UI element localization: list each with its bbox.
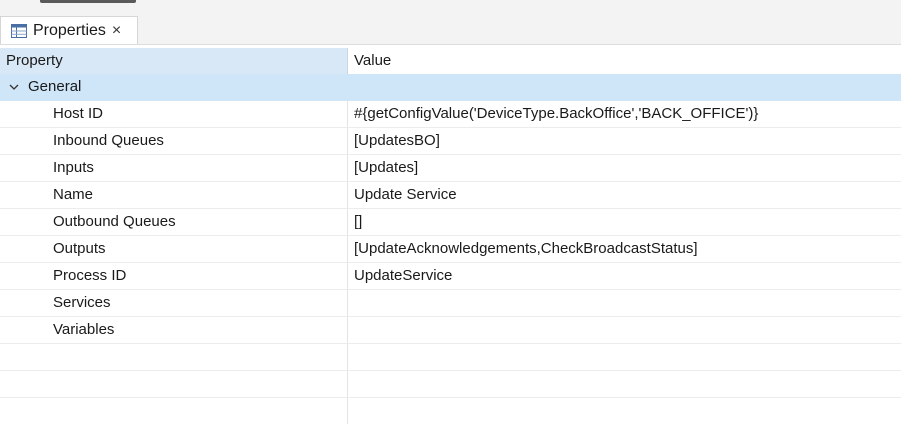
column-header-value[interactable]: Value xyxy=(348,48,901,74)
group-cell: General xyxy=(0,74,348,100)
table-row[interactable]: Outbound Queues [] xyxy=(0,209,901,236)
property-name: Outbound Queues xyxy=(0,209,348,235)
empty-cell xyxy=(0,371,348,397)
property-name: Inbound Queues xyxy=(0,128,348,154)
chevron-down-icon[interactable] xyxy=(8,81,20,93)
properties-view: Properties × Property Value General Host… xyxy=(0,0,901,424)
property-value[interactable] xyxy=(348,290,901,316)
close-icon[interactable]: × xyxy=(112,22,121,39)
property-name: Outputs xyxy=(0,236,348,262)
empty-cell xyxy=(348,344,901,370)
property-name: Inputs xyxy=(0,155,348,181)
empty-row xyxy=(0,344,901,371)
top-toolbar-strip xyxy=(0,0,901,14)
column-header-property[interactable]: Property xyxy=(0,48,348,74)
table-row[interactable]: Host ID #{getConfigValue('DeviceType.Bac… xyxy=(0,101,901,128)
property-name: Host ID xyxy=(0,101,348,127)
property-value[interactable]: [] xyxy=(348,209,901,235)
tab-properties[interactable]: Properties × xyxy=(0,16,138,44)
property-value[interactable]: [UpdatesBO] xyxy=(348,128,901,154)
property-name: Name xyxy=(0,182,348,208)
table-header: Property Value xyxy=(0,48,901,74)
table-row[interactable]: Services xyxy=(0,290,901,317)
table-row[interactable]: Name Update Service xyxy=(0,182,901,209)
property-name: Services xyxy=(0,290,348,316)
properties-table: Property Value General Host ID #{getConf… xyxy=(0,48,901,424)
property-value[interactable]: Update Service xyxy=(348,182,901,208)
table-row[interactable]: Process ID UpdateService xyxy=(0,263,901,290)
empty-cell xyxy=(0,344,348,370)
empty-row xyxy=(0,398,901,424)
property-name: Process ID xyxy=(0,263,348,289)
tab-properties-label: Properties xyxy=(33,21,106,39)
active-editor-tab-edge xyxy=(40,0,136,3)
property-value[interactable]: #{getConfigValue('DeviceType.BackOffice'… xyxy=(348,101,901,127)
group-value-cell xyxy=(348,74,901,100)
property-value[interactable] xyxy=(348,317,901,343)
table-row[interactable]: Variables xyxy=(0,317,901,344)
property-value[interactable]: UpdateService xyxy=(348,263,901,289)
group-label: General xyxy=(28,78,82,95)
table-row[interactable]: Inputs [Updates] xyxy=(0,155,901,182)
view-tab-bar: Properties × xyxy=(0,14,901,45)
group-row-general[interactable]: General xyxy=(0,74,901,101)
empty-cell xyxy=(348,371,901,397)
property-value[interactable]: [Updates] xyxy=(348,155,901,181)
property-value[interactable]: [UpdateAcknowledgements,CheckBroadcastSt… xyxy=(348,236,901,262)
table-row[interactable]: Outputs [UpdateAcknowledgements,CheckBro… xyxy=(0,236,901,263)
empty-row xyxy=(0,371,901,398)
property-name: Variables xyxy=(0,317,348,343)
empty-cell xyxy=(348,398,901,424)
table-row[interactable]: Inbound Queues [UpdatesBO] xyxy=(0,128,901,155)
table-icon xyxy=(11,23,27,38)
empty-cell xyxy=(0,398,348,424)
